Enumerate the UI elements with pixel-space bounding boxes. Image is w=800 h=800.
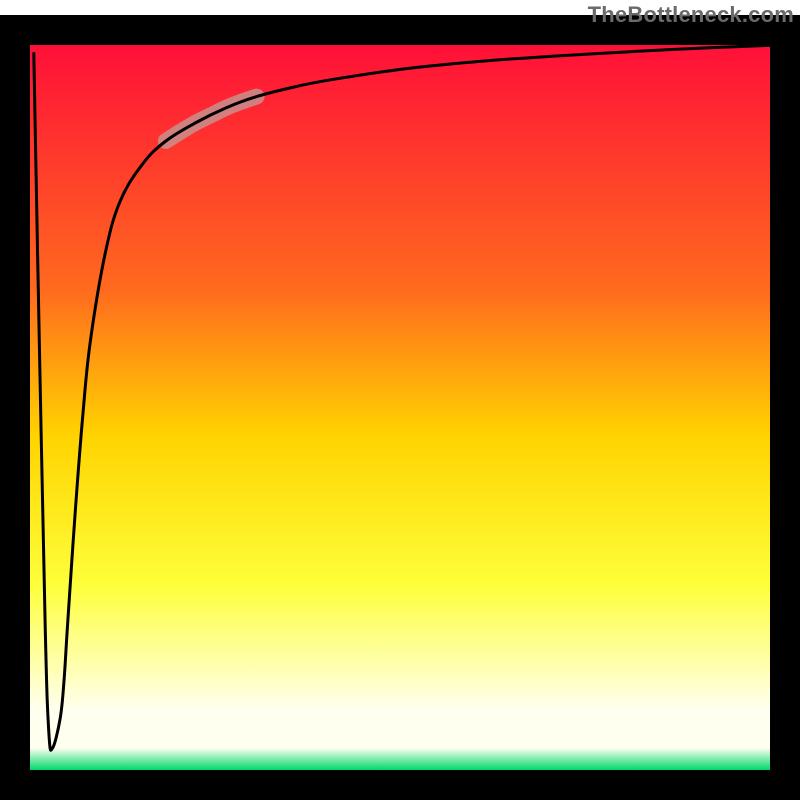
attribution-label: TheBottleneck.com: [588, 2, 794, 28]
gradient-background: [30, 30, 785, 770]
chart-canvas: [0, 0, 800, 800]
chart-stage: TheBottleneck.com: [0, 0, 800, 800]
